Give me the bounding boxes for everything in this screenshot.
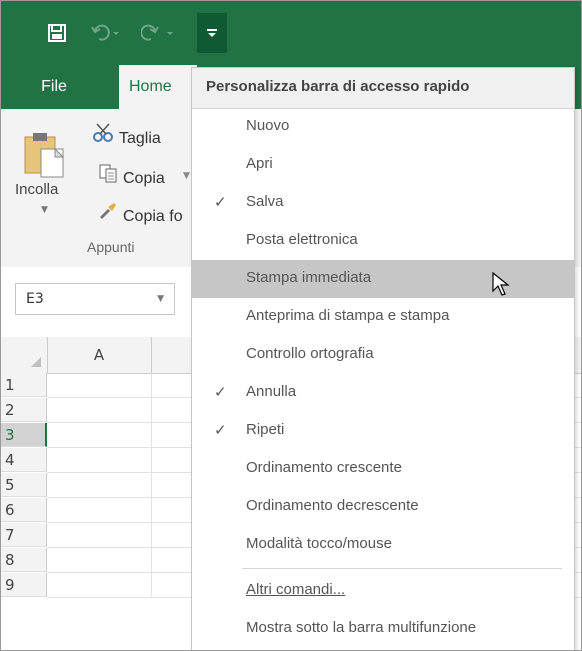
customize-qat-icon[interactable]	[197, 13, 227, 53]
menu-item-label: Ripeti	[246, 421, 285, 438]
menu-item-label: Altri comandi...	[246, 581, 346, 598]
title-bar	[1, 1, 581, 65]
menu-item-nuovo[interactable]: Nuovo	[192, 108, 574, 146]
row-header[interactable]: 8	[1, 548, 47, 572]
menu-item-label: Modalità tocco/mouse	[246, 535, 392, 552]
column-header-a[interactable]: A	[47, 337, 152, 373]
menu-separator	[242, 568, 562, 569]
copy-icon	[97, 163, 119, 193]
cut-button[interactable]: Taglia	[93, 123, 161, 151]
menu-item-label: Ordinamento crescente	[246, 459, 402, 476]
menu-item-mostra-sotto[interactable]: Mostra sotto la barra multifunzione	[192, 610, 574, 648]
excel-window: File Home Incolla ▼ Taglia Copia ▼ Copia…	[0, 0, 582, 651]
select-all-corner[interactable]	[1, 337, 48, 373]
menu-item-modalita-tocco[interactable]: Modalità tocco/mouse	[192, 526, 574, 564]
menu-item-altri-comandi[interactable]: Altri comandi...	[192, 572, 574, 610]
paste-button[interactable]: Incolla	[15, 181, 58, 198]
chevron-down-icon[interactable]: ▼	[41, 205, 48, 215]
menu-item-label: Stampa immediata	[246, 269, 372, 286]
row-header[interactable]: 1	[1, 373, 47, 397]
menu-item-posta-elettronica[interactable]: Posta elettronica	[192, 222, 574, 260]
menu-title: Personalizza barra di accesso rapido	[206, 78, 470, 95]
menu-item-stampa-immediata[interactable]: Stampa immediata	[192, 260, 574, 298]
undo-icon[interactable]	[91, 23, 121, 45]
cut-label: Taglia	[119, 130, 161, 147]
format-painter-icon	[97, 201, 119, 231]
name-box-value: E3	[26, 291, 44, 307]
menu-item-label: Annulla	[246, 383, 297, 400]
name-box[interactable]: E3 ▼	[15, 283, 175, 315]
menu-item-label: Ordinamento decrescente	[246, 497, 419, 514]
row-header[interactable]: 2	[1, 398, 47, 422]
menu-item-ordinamento-crescente[interactable]: Ordinamento crescente	[192, 450, 574, 488]
redo-icon[interactable]	[140, 23, 175, 45]
format-painter-label: Copia fo	[123, 208, 183, 225]
menu-item-controllo-ortografia[interactable]: Controllo ortografia	[192, 336, 574, 374]
menu-header: Personalizza barra di accesso rapido	[192, 68, 574, 109]
clipboard-group-label: Appunti	[87, 239, 135, 255]
chevron-down-icon[interactable]: ▼	[157, 294, 164, 304]
row-header[interactable]: 7	[1, 523, 47, 547]
scissors-icon	[93, 123, 115, 153]
menu-item-label: Anteprima di stampa e stampa	[246, 307, 450, 324]
menu-item-label: Salva	[246, 193, 284, 210]
menu-item-label: Posta elettronica	[246, 231, 358, 248]
menu-item-label: Controllo ortografia	[246, 345, 374, 362]
row-header[interactable]: 9	[1, 573, 47, 597]
row-header-active[interactable]: 3	[1, 423, 47, 447]
menu-item-label: Nuovo	[246, 117, 290, 134]
checkmark-icon: ✓	[214, 193, 227, 211]
row-header[interactable]: 4	[1, 448, 47, 472]
mouse-pointer-icon	[492, 271, 512, 298]
tab-file[interactable]: File	[29, 65, 79, 109]
menu-item-ripeti[interactable]: ✓ Ripeti	[192, 412, 574, 450]
menu-item-label: Apri	[246, 155, 273, 172]
menu-item-apri[interactable]: Apri	[192, 146, 574, 184]
menu-item-ordinamento-decrescente[interactable]: Ordinamento decrescente	[192, 488, 574, 526]
menu-item-annulla[interactable]: ✓ Annulla	[192, 374, 574, 412]
format-painter-button[interactable]: Copia fo	[97, 201, 183, 229]
menu-item-label: Mostra sotto la barra multifunzione	[246, 619, 477, 636]
checkmark-icon: ✓	[214, 383, 227, 401]
copy-button[interactable]: Copia	[97, 163, 165, 191]
tab-home[interactable]: Home	[119, 65, 197, 109]
checkmark-icon: ✓	[214, 421, 227, 439]
menu-item-anteprima-stampa[interactable]: Anteprima di stampa e stampa	[192, 298, 574, 336]
customize-qat-menu: Personalizza barra di accesso rapido Nuo…	[191, 67, 575, 650]
menu-item-salva[interactable]: ✓ Salva	[192, 184, 574, 222]
row-header[interactable]: 6	[1, 498, 47, 522]
paste-icon[interactable]	[23, 129, 67, 187]
copy-dropdown-arrow[interactable]: ▼	[183, 171, 190, 181]
save-icon[interactable]	[47, 23, 67, 45]
row-header[interactable]: 5	[1, 473, 47, 497]
copy-label: Copia	[123, 170, 165, 187]
